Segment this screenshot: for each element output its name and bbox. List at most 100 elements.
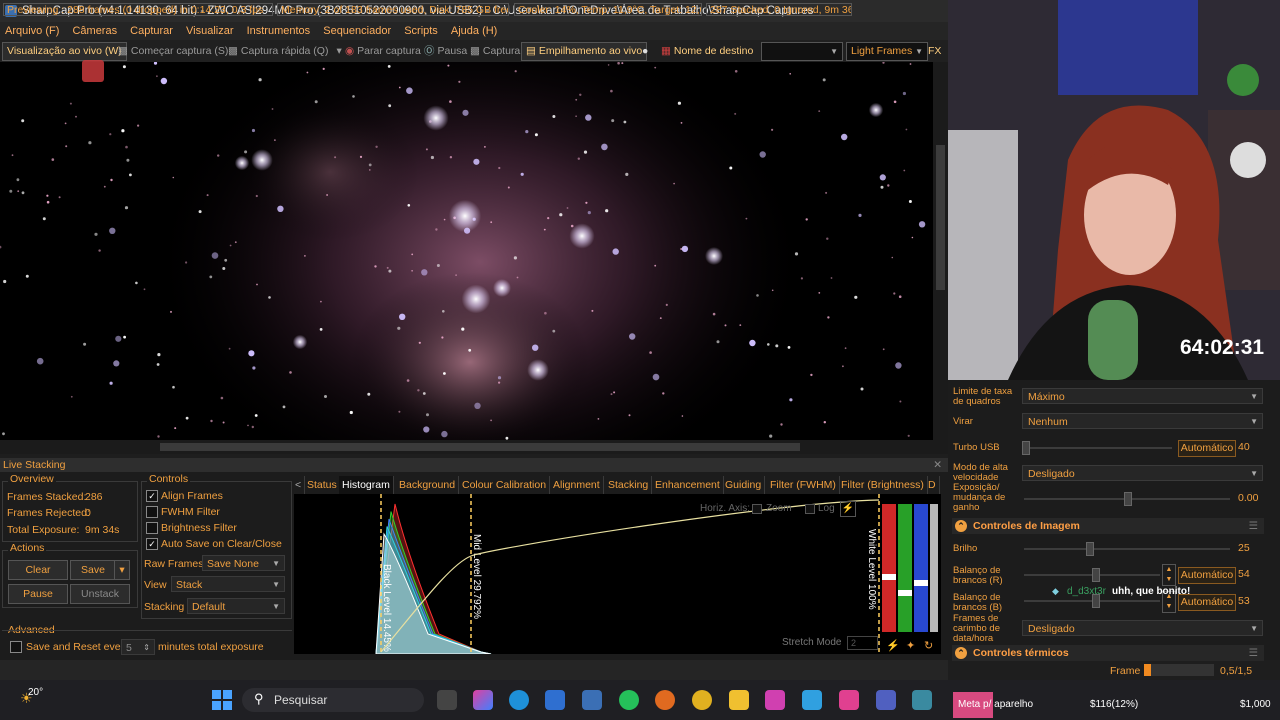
store-icon[interactable] <box>545 690 565 710</box>
frame-type-select[interactable]: Light Frames ▼ <box>846 42 928 61</box>
timestamp-select[interactable]: Desligado ▼ <box>1022 620 1263 636</box>
panel-close-icon[interactable]: ✕ <box>933 458 942 472</box>
search-box[interactable]: ⚲ Pesquisar <box>242 688 424 712</box>
flip-select[interactable]: Nenhum ▼ <box>1022 413 1263 429</box>
pause-button[interactable]: Ⓞ Pausa <box>424 40 467 62</box>
lightning-icon[interactable]: ⚡ <box>886 639 900 652</box>
auto-stretch-icon[interactable]: ⚡ <box>840 501 856 517</box>
task-view-icon[interactable] <box>437 690 457 710</box>
zoom-checkbox[interactable] <box>752 504 762 514</box>
thermal-controls-section[interactable]: ⌃ Controles térmicos ☰ <box>952 645 1264 661</box>
menu-cameras[interactable]: Câmeras <box>72 25 117 37</box>
raw-frames-select[interactable]: Save None ▼ <box>202 555 285 571</box>
menu-tools[interactable]: Instrumentos <box>247 25 311 37</box>
fx-button[interactable]: FX <box>928 40 941 62</box>
app-icon-pink[interactable] <box>765 690 785 710</box>
green-slider-knob[interactable] <box>898 590 912 596</box>
copilot-icon[interactable] <box>473 690 493 710</box>
start-capture-button[interactable]: ▩ Começar captura (S) <box>118 40 228 62</box>
sparkle-icon[interactable]: ✦ <box>906 639 915 652</box>
auto-save-checkbox[interactable]: ✓ <box>146 538 158 550</box>
tab-colour-calibration[interactable]: Colour Calibration <box>459 476 551 494</box>
wb-red-stepper-icon[interactable]: ▲ ▼ <box>1162 564 1176 586</box>
overlay-tool-icon[interactable] <box>82 60 104 82</box>
histogram-chart[interactable]: Black Level 14.45% Mid Level 29.792% Whi… <box>294 494 941 654</box>
tab-filter-fwhm[interactable]: Filter (FWHM) <box>767 476 840 494</box>
menu-scripts[interactable]: Scripts <box>404 25 438 37</box>
target-name-select[interactable]: ▼ <box>761 42 843 61</box>
menu-capture[interactable]: Capturar <box>130 25 173 37</box>
tab-status[interactable]: Status <box>304 476 341 494</box>
turbo-usb-auto-button[interactable]: Automático <box>1178 440 1236 457</box>
turbo-usb-slider-knob[interactable] <box>1022 441 1030 455</box>
blue-slider-knob[interactable] <box>914 580 928 586</box>
tab-stacking[interactable]: Stacking <box>605 476 653 494</box>
red-slider-knob[interactable] <box>882 574 896 580</box>
live-view-button[interactable]: Visualização ao vivo (W) <box>2 42 127 61</box>
live-stack-button[interactable]: ▤ Empilhamento ao vivo <box>521 42 648 61</box>
reset-icon[interactable]: ↻ <box>924 639 933 652</box>
tab-filter-brightness[interactable]: Filter (Brightness) <box>838 476 928 494</box>
clear-button[interactable]: Clear <box>8 560 68 580</box>
edge-icon[interactable] <box>509 690 529 710</box>
app-icon-teal[interactable] <box>912 690 932 710</box>
menu-lines-icon[interactable]: ☰ <box>1249 518 1258 534</box>
save-reset-stepper[interactable]: 5 ⇕ <box>121 639 155 655</box>
log-checkbox[interactable] <box>805 504 815 514</box>
unstack-button[interactable]: Unstack <box>70 584 130 604</box>
image-viewer[interactable] <box>0 62 948 454</box>
save-button[interactable]: Save <box>70 560 116 580</box>
exposure-gain-slider-knob[interactable] <box>1124 492 1132 506</box>
star <box>359 155 363 158</box>
origin-icon[interactable] <box>655 690 675 710</box>
viewer-vertical-scroll-thumb[interactable] <box>936 145 945 290</box>
wb-red-slider-knob[interactable] <box>1092 568 1100 582</box>
stop-capture-button[interactable]: ◉ Parar captura <box>345 40 421 62</box>
plush-toy <box>1230 142 1266 178</box>
menu-lines-icon[interactable]: ☰ <box>1249 645 1258 661</box>
capture-button[interactable]: ▩ Captura <box>470 40 520 62</box>
image-controls-section[interactable]: ⌃ Controles de Imagem ☰ <box>952 518 1264 534</box>
file-explorer-icon[interactable] <box>729 690 749 710</box>
app-icon-blue[interactable] <box>802 690 822 710</box>
red-channel-slider[interactable] <box>882 504 896 632</box>
menu-view[interactable]: Visualizar <box>186 25 234 37</box>
align-frames-checkbox[interactable]: ✓ <box>146 490 158 502</box>
stacking-select[interactable]: Default ▼ <box>187 598 285 614</box>
view-select[interactable]: Stack ▼ <box>171 576 285 592</box>
high-speed-select[interactable]: Desligado ▼ <box>1022 465 1263 481</box>
quick-capture-button[interactable]: ▩ Captura rápida (Q) ▾ <box>228 40 342 62</box>
chrome-icon[interactable] <box>692 690 712 710</box>
tab-background[interactable]: Background <box>396 476 460 494</box>
save-reset-checkbox[interactable] <box>10 641 22 653</box>
wb-red-auto-button[interactable]: Automático <box>1178 567 1236 584</box>
tab-histogram[interactable]: Histogram <box>339 476 394 494</box>
pause-stack-button[interactable]: Pause <box>8 584 68 604</box>
menu-help[interactable]: Ajuda (H) <box>451 25 497 37</box>
whatsapp-icon[interactable] <box>619 690 639 710</box>
blue-channel-slider[interactable] <box>914 504 928 632</box>
menu-sequencer[interactable]: Sequenciador <box>323 25 391 37</box>
stretch-mode-select[interactable]: 2 <box>847 636 878 650</box>
menu-file[interactable]: Arquivo (F) <box>5 25 59 37</box>
brightness-slider-knob[interactable] <box>1086 542 1094 556</box>
windows-start-icon[interactable] <box>212 690 232 710</box>
luminance-slider[interactable] <box>930 504 938 632</box>
app-icon-purple[interactable] <box>876 690 896 710</box>
target-name-button[interactable]: ▦ Nome de destino <box>661 40 753 62</box>
tab-guiding[interactable]: Guiding <box>722 476 766 494</box>
green-channel-slider[interactable] <box>898 504 912 632</box>
toolbar: Visualização ao vivo (W) ▩ Começar captur… <box>0 40 948 62</box>
frame-rate-select[interactable]: Máximo ▼ <box>1022 388 1263 404</box>
save-dropdown-chevron-icon[interactable]: ▾ <box>114 560 130 580</box>
tab-more[interactable]: D <box>925 476 940 494</box>
tab-alignment[interactable]: Alignment <box>550 476 604 494</box>
app-icon-magenta[interactable] <box>839 690 859 710</box>
brightness-filter-checkbox[interactable] <box>146 522 158 534</box>
viewer-horizontal-scroll-thumb[interactable] <box>160 443 800 451</box>
brightness-slider[interactable] <box>1024 548 1230 550</box>
sharpcap-app-icon[interactable] <box>582 690 602 710</box>
tab-enhancement[interactable]: Enhancement <box>652 476 724 494</box>
turbo-usb-slider[interactable] <box>1024 447 1172 449</box>
fwhm-filter-checkbox[interactable] <box>146 506 158 518</box>
